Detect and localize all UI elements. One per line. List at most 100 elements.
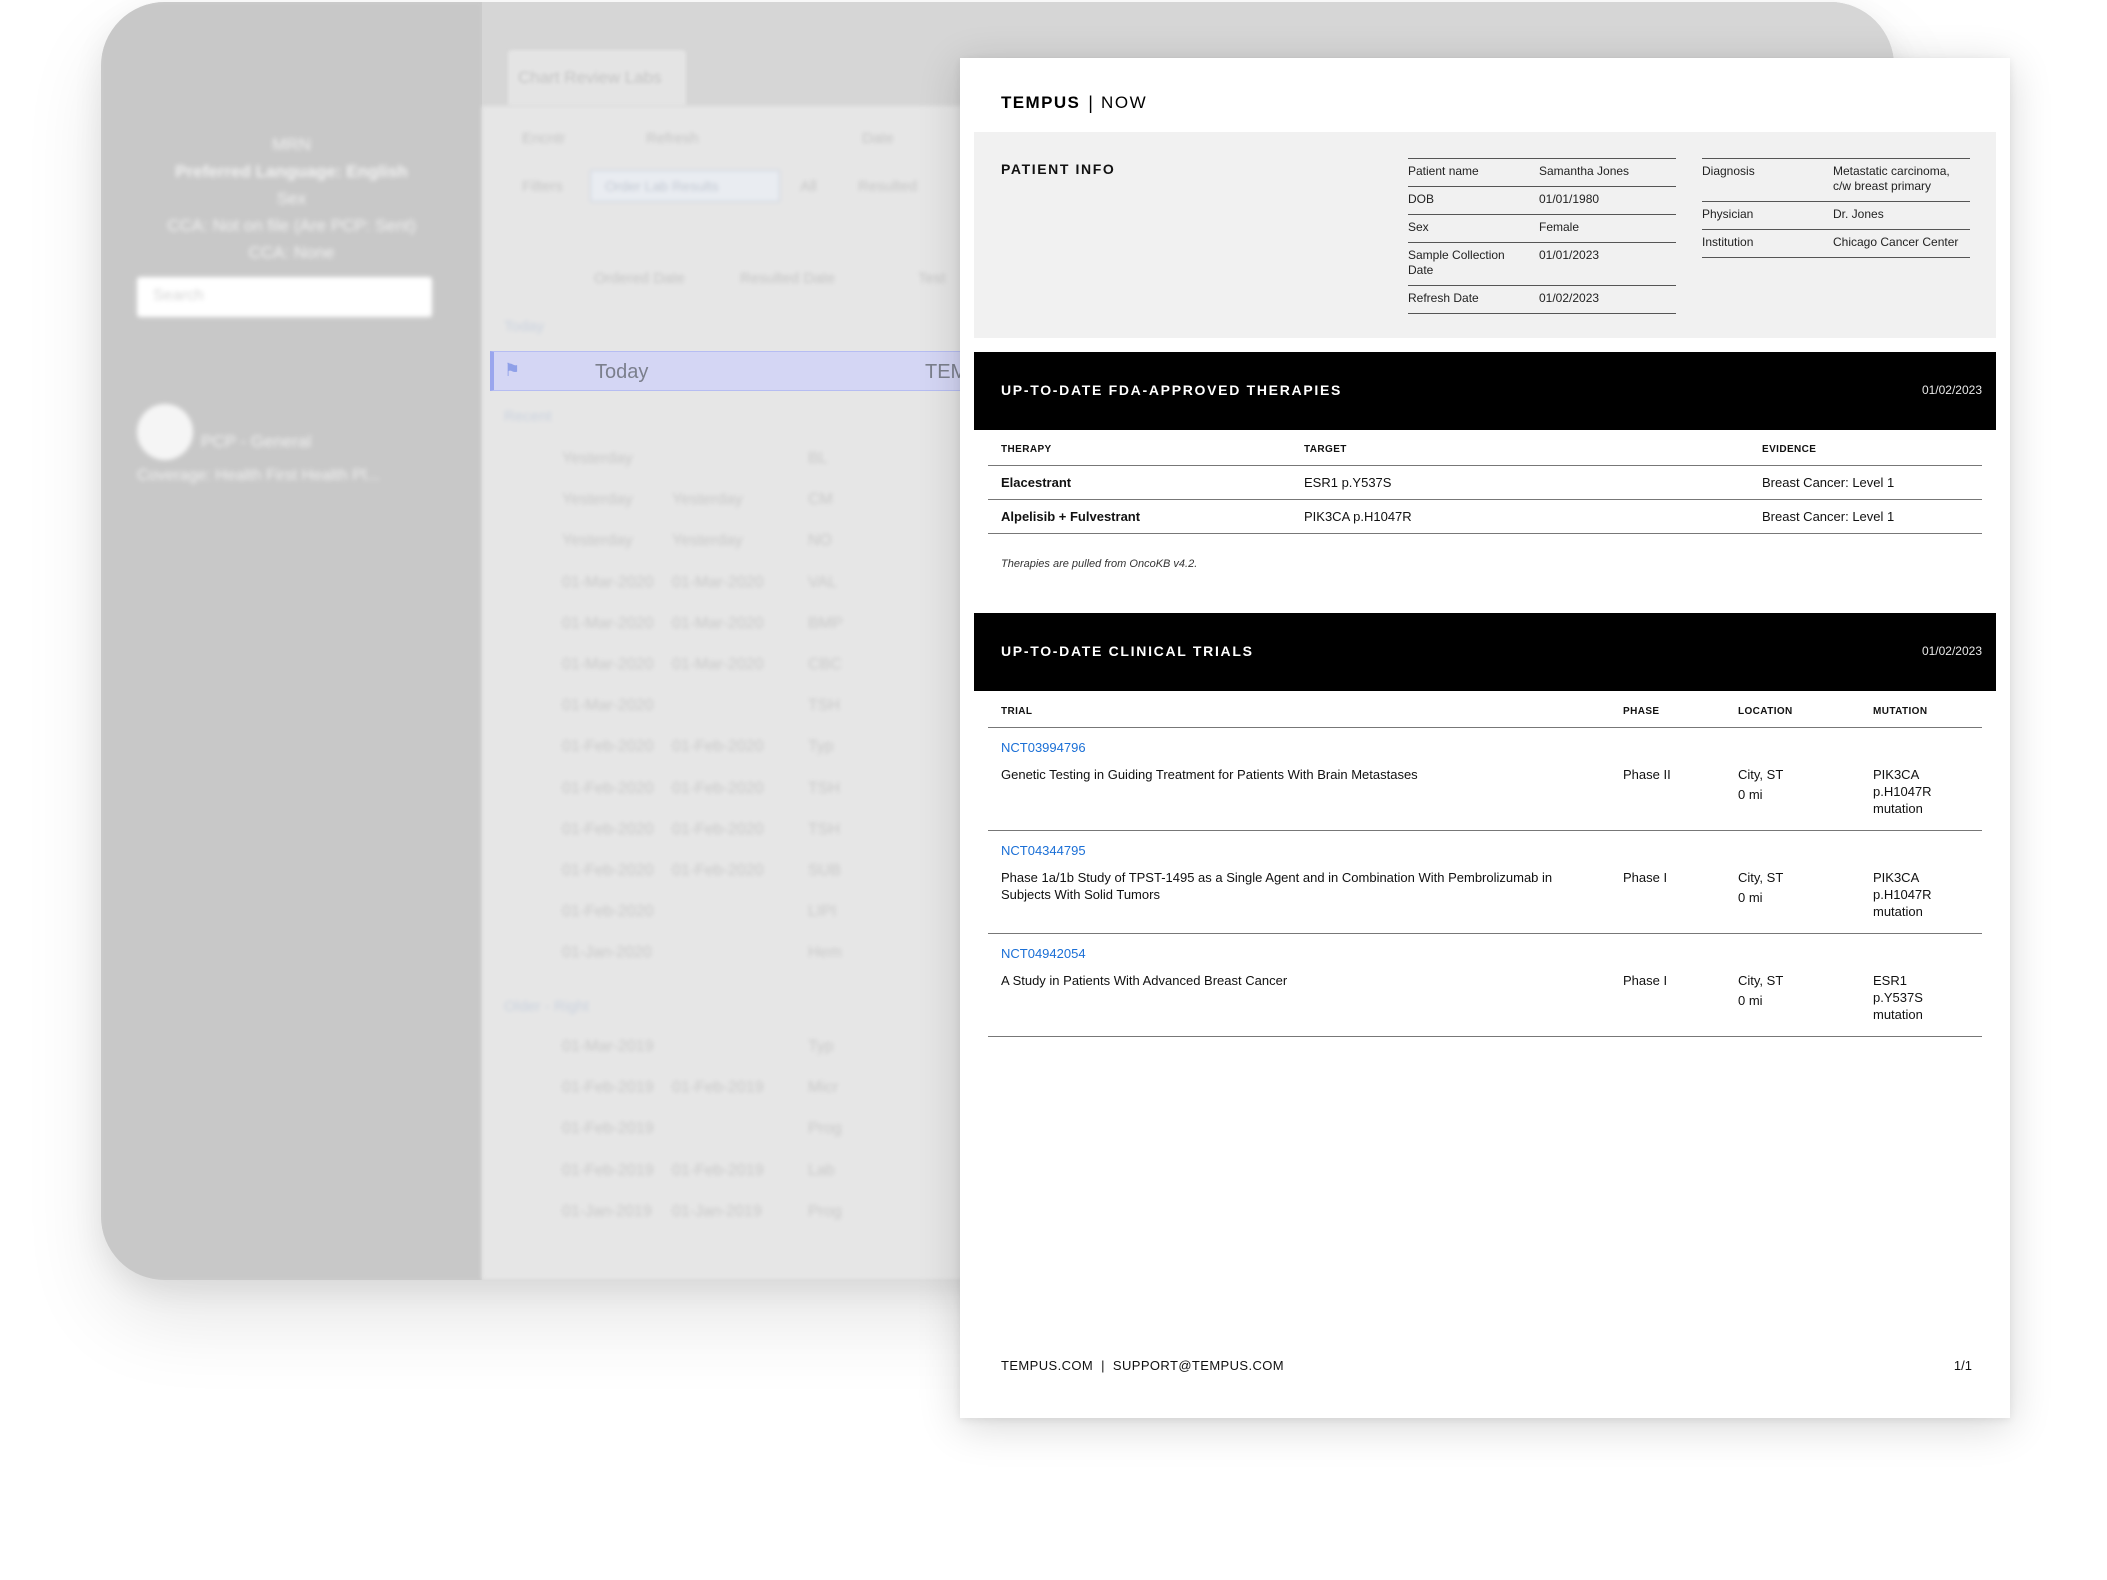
order-lab-results-button[interactable]: Order Lab Results [590,170,780,202]
sidebar-line: Sex [276,189,307,208]
column-test[interactable]: Test [918,270,946,287]
patient-info-row: DOB 01/01/1980 [1408,187,1676,215]
encounters-dropdown[interactable]: Encntr [522,130,565,147]
column-mutation: MUTATION [1873,706,1928,717]
row-test-name: Hem [808,944,842,962]
footer-divider: | [1101,1358,1105,1373]
trial-gene: ESR1 [1873,973,1907,988]
date-dropdown[interactable]: Date [862,130,894,147]
field-value: 01/01/2023 [1539,248,1600,262]
row-resulted-date: Yesterday [672,532,743,550]
patient-info-right-table: Diagnosis Metastatic carcinoma, c/w breas… [1702,158,1970,258]
therapy-evidence: Breast Cancer: Level 1 [1762,509,1895,524]
trial-distance: 0 mi [1738,890,1763,905]
row-test-name: Typ [808,1038,834,1055]
trial-name: A Study in Patients With Advanced Breast… [1001,973,1288,988]
sidebar-line: MRN [272,135,311,154]
table-divider [988,830,1982,831]
row-test-name: VAL [808,573,838,591]
therapy-target: ESR1 p.Y537S [1304,475,1392,490]
group-header-today[interactable]: Today [504,318,544,335]
column-phase: PHASE [1623,706,1660,717]
field-label: Physician [1702,207,1754,221]
resulted-checkbox[interactable]: Resulted [858,178,917,195]
field-value: Chicago Cancer Center [1833,235,1959,249]
patient-info-title: PATIENT INFO [1001,161,1116,177]
row-resulted-date: 01-Feb-2020 [672,738,764,756]
patient-info-section: PATIENT INFO Patient name Samantha Jones … [974,132,1996,338]
trial-id-link[interactable]: NCT04942054 [1001,945,1086,962]
table-divider [988,727,1982,728]
row-ordered-date: Yesterday [562,532,633,550]
row-ordered-date: 01-Feb-2020 [562,903,654,921]
trial-city: City, ST [1738,973,1784,988]
row-resulted-date: 01-Mar-2020 [672,573,764,591]
sidebar-search-input[interactable]: Search [137,277,432,317]
logo-divider: | [1088,92,1093,113]
row-resulted-date: 01-Feb-2019 [672,1079,764,1097]
filters-label: Filters [522,178,563,195]
patient-info-row: Patient name Samantha Jones [1408,159,1676,187]
row-test-name: SUB [808,862,841,879]
row-ordered-date: 01-Feb-2019 [562,1120,654,1138]
field-value: 01/01/1980 [1539,192,1600,206]
trials-title: UP-TO-DATE CLINICAL TRIALS [1001,643,1254,659]
patient-info-row: Sex Female [1408,215,1676,243]
therapy-evidence: Breast Cancer: Level 1 [1762,475,1895,490]
website-link[interactable]: TEMPUS.COM [1001,1358,1093,1373]
table-divider [988,533,1982,534]
sidebar-line: CCA: Not on file (Are PCP: Sent) [167,216,416,235]
tempus-report-page: TEMPUS | NOW PATIENT INFO Patient name Sa… [960,58,2010,1418]
patient-info-row: Refresh Date 01/02/2023 [1408,286,1676,314]
row-resulted-date: 01-Mar-2020 [672,614,764,632]
page-number: 1/1 [1953,1358,1972,1373]
row-test-name: BMP [808,614,843,632]
row-ordered-date: 01-Mar-2020 [562,656,654,673]
patient-info-row: Institution Chicago Cancer Center [1702,230,1970,258]
row-ordered-date: 01-Feb-2019 [562,1161,654,1179]
trial-mutation-type: mutation [1873,1007,1923,1022]
column-ordered-date[interactable]: Ordered Date [594,270,685,287]
trial-phase: Phase I [1623,973,1668,988]
row-resulted-date: Yesterday [672,491,743,509]
therapy-name: Alpelisib + Fulvestrant [1001,509,1141,524]
row-test-name: Prog [808,1202,842,1220]
refresh-button[interactable]: Refresh [646,130,699,147]
ehr-patient-sidebar: MRN Preferred Language: English Sex CCA:… [101,2,482,1280]
row-ordered-date: 01-Mar-2020 [562,697,654,715]
row-test-name: BL [808,450,828,467]
trial-id-link[interactable]: NCT04344795 [1001,842,1086,859]
row-resulted-date: 01-Feb-2020 [672,820,764,838]
product-name: NOW [1100,93,1148,112]
field-label: Refresh Date [1408,291,1479,305]
tab-chart-review-labs[interactable]: Chart Review Labs [508,50,686,106]
field-label: Sample Collection Date [1408,248,1505,277]
group-header-recent[interactable]: Recent [504,408,552,425]
therapy-target: PIK3CA p.H1047R [1304,509,1412,524]
trial-phase: Phase II [1623,767,1671,782]
support-email-link[interactable]: SUPPORT@TEMPUS.COM [1113,1358,1284,1373]
row-ordered-date: 01-Mar-2019 [562,1038,654,1055]
column-target: TARGET [1304,444,1347,455]
row-ordered-date: 01-Feb-2020 [562,820,654,838]
trial-variant: p.H1047R [1873,887,1932,902]
table-divider [988,933,1982,934]
row-test-name: Lab [808,1161,835,1179]
column-trial: TRIAL [1001,706,1033,717]
row-test-name: NO [808,532,832,550]
trial-id-link[interactable]: NCT03994796 [1001,739,1086,756]
field-value: Dr. Jones [1833,207,1884,221]
pcp-label: PCP - General [201,432,312,451]
row-test-name: Typ [808,738,834,756]
row-test-name: CBC [808,656,842,673]
field-value: 01/02/2023 [1539,291,1600,305]
report-footer: TEMPUS.COM | SUPPORT@TEMPUS.COM [1001,1358,1284,1373]
column-resulted-date[interactable]: Resulted Date [740,270,835,287]
row-resulted-date: 01-Feb-2020 [672,862,764,879]
sidebar-line: Preferred Language: English [175,162,408,181]
row-ordered-date: Yesterday [562,450,633,467]
trials-table: TRIAL PHASE LOCATION MUTATION NCT0399479… [988,706,1982,1106]
group-header-older[interactable]: Older - Right [504,998,589,1015]
all-checkbox[interactable]: All [800,178,817,195]
patient-info-row: Sample Collection Date 01/01/2023 [1408,243,1676,286]
